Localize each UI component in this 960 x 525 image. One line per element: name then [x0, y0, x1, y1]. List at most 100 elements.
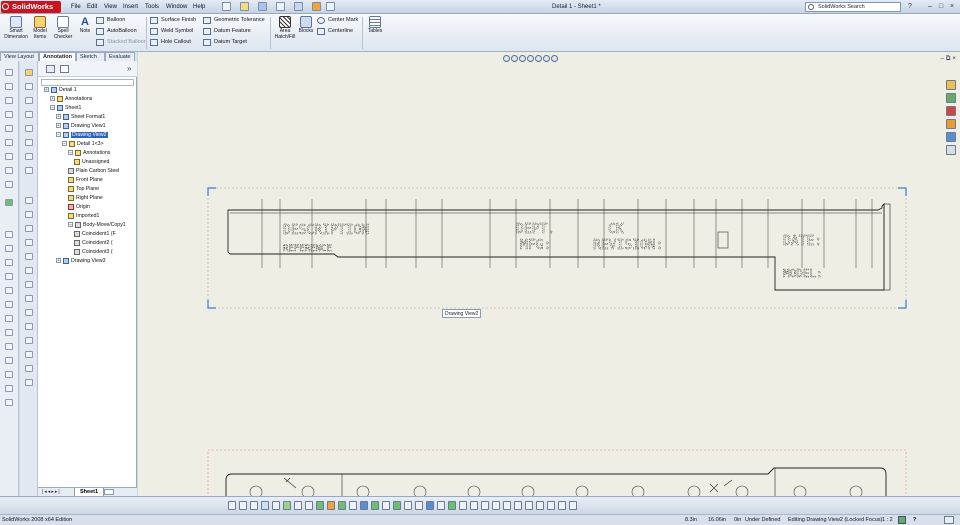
sketch-tool-icon[interactable]	[525, 501, 533, 510]
options-icon[interactable]	[326, 2, 335, 11]
toolbar-icon[interactable]	[5, 231, 13, 238]
undo-icon[interactable]	[294, 2, 303, 11]
sketch-tool-icon[interactable]	[547, 501, 555, 510]
menu-help[interactable]: Help	[190, 2, 208, 12]
tree-expand-icon[interactable]: +	[56, 123, 61, 129]
toolbar-icon[interactable]	[5, 329, 13, 336]
toolbar-icon[interactable]	[5, 153, 13, 160]
tree-item[interactable]: + Annotations	[38, 95, 92, 104]
add-sheet-icon[interactable]	[104, 489, 114, 495]
toolbar-icon[interactable]	[5, 343, 13, 350]
datum-feature-button[interactable]: Datum Feature	[203, 27, 251, 36]
tree-item[interactable]: − Sheet1	[38, 104, 81, 113]
menu-tools[interactable]: Tools	[142, 2, 162, 12]
toolbar-icon[interactable]	[5, 315, 13, 322]
sketch-tool-icon[interactable]	[503, 501, 511, 510]
sketch-tool-icon[interactable]	[404, 501, 412, 510]
sketch-tool-icon[interactable]	[536, 501, 544, 510]
sketch-tool-icon[interactable]	[327, 501, 335, 510]
tables-button[interactable]: Tables	[365, 16, 385, 50]
sketch-tool-icon[interactable]	[470, 501, 478, 510]
toolbar-icon[interactable]	[25, 365, 33, 372]
sketch-tool-icon[interactable]	[415, 501, 423, 510]
tree-expand-icon[interactable]: −	[68, 222, 73, 228]
toolbar-icon[interactable]	[5, 167, 13, 174]
toolbar-icon[interactable]	[25, 323, 33, 330]
sketch-tool-icon[interactable]	[514, 501, 522, 510]
spell-checker-button[interactable]: Spell Checker	[51, 16, 75, 50]
balloon-button[interactable]: Balloon	[96, 16, 125, 25]
minimize-button[interactable]: –	[926, 2, 934, 11]
menu-edit[interactable]: Edit	[84, 2, 100, 12]
weld-symbol-button[interactable]: Weld Symbol	[150, 27, 193, 36]
toolbar-icon[interactable]	[5, 287, 13, 294]
rebuild-icon[interactable]	[312, 2, 321, 11]
sketch-tool-icon[interactable]	[250, 501, 258, 510]
tree-item[interactable]: + Detail 1	[38, 86, 77, 95]
tree-item[interactable]: − Body-Move/Copy1	[38, 221, 126, 230]
feature-tree-tab-icon[interactable]	[46, 65, 55, 73]
toolbar-icon[interactable]	[25, 197, 33, 204]
open-folder-icon[interactable]	[240, 2, 249, 11]
sketch-tool-icon[interactable]	[437, 501, 445, 510]
status-scale[interactable]: 1 : 2	[882, 515, 893, 525]
property-tab-icon[interactable]	[60, 65, 69, 73]
toolbar-icon[interactable]	[25, 351, 33, 358]
tree-item[interactable]: Coincident2 (	[38, 239, 113, 248]
sketch-tool-icon[interactable]	[393, 501, 401, 510]
center-mark-button[interactable]: Center Mark	[317, 16, 358, 25]
smart-dimension-button[interactable]: Smart Dimension	[2, 16, 30, 50]
toolbar-icon[interactable]	[5, 371, 13, 378]
toolbar-icon[interactable]	[25, 295, 33, 302]
tree-expand-icon[interactable]: −	[50, 105, 55, 111]
tree-item[interactable]: + Drawing View1	[38, 122, 106, 131]
toolbar-icon[interactable]	[25, 337, 33, 344]
menu-view[interactable]: View	[101, 2, 120, 12]
tree-item[interactable]: Imported1	[38, 212, 99, 221]
design-library-icon[interactable]	[946, 93, 956, 103]
tree-item[interactable]: + Drawing View3	[38, 257, 106, 266]
toolbar-icon[interactable]	[5, 111, 13, 118]
sketch-tool-icon[interactable]	[360, 501, 368, 510]
sketch-tool-icon[interactable]	[492, 501, 500, 510]
stacked-balloon-button[interactable]: Stacked Balloon	[96, 38, 147, 47]
sketch-tool-icon[interactable]	[448, 501, 456, 510]
print-icon[interactable]	[276, 2, 285, 11]
tree-item[interactable]: Top Plane	[38, 185, 99, 194]
help-icon[interactable]: ?	[906, 2, 914, 11]
sketch-tool-icon[interactable]	[228, 501, 236, 510]
toolbar-icon[interactable]	[5, 97, 13, 104]
tree-item[interactable]: Right Plane	[38, 194, 103, 203]
graphics-area[interactable]: – ⧉ × DESCRIPTION REFERENCE DEPT. MFG: C…	[138, 52, 960, 496]
toolbar-icon[interactable]	[5, 245, 13, 252]
toolbar-icon[interactable]	[5, 83, 13, 90]
toolbar-icon[interactable]	[5, 69, 13, 76]
toolbar-icon[interactable]	[25, 83, 33, 90]
tab-sketch[interactable]: Sketch	[76, 52, 105, 61]
tab-evaluate[interactable]: Evaluate	[105, 52, 135, 61]
sketch-tool-icon[interactable]	[371, 501, 379, 510]
toolbar-icon[interactable]	[5, 273, 13, 280]
area-hatch-button[interactable]: Area Hatch/Fill	[273, 16, 297, 50]
toolbar-icon[interactable]	[25, 309, 33, 316]
tree-expand-icon[interactable]: −	[68, 150, 73, 156]
toolbar-icon[interactable]	[25, 239, 33, 246]
toolbar-icon[interactable]	[5, 181, 13, 188]
rebuild-status-icon[interactable]	[898, 516, 906, 524]
toolbar-icon[interactable]	[25, 167, 33, 174]
close-button[interactable]: ×	[948, 2, 956, 11]
search-input[interactable]: SolidWorks Search	[805, 2, 901, 12]
toolbar-icon[interactable]	[5, 259, 13, 266]
sketch-tool-icon[interactable]	[239, 501, 247, 510]
toolbar-icon[interactable]	[25, 267, 33, 274]
tree-item[interactable]: Origin	[38, 203, 90, 212]
maximize-button[interactable]: □	[937, 2, 945, 11]
tree-expand-icon[interactable]: +	[50, 96, 55, 102]
sketch-tool-icon[interactable]	[283, 501, 291, 510]
appearances-icon[interactable]	[946, 132, 956, 142]
tab-annotation[interactable]: Annotation	[39, 52, 76, 61]
file-explorer-icon[interactable]	[946, 106, 956, 116]
sketch-tool-icon[interactable]	[558, 501, 566, 510]
toolbar-icon[interactable]	[25, 281, 33, 288]
tree-item[interactable]: Coincident1 (F	[38, 230, 116, 239]
